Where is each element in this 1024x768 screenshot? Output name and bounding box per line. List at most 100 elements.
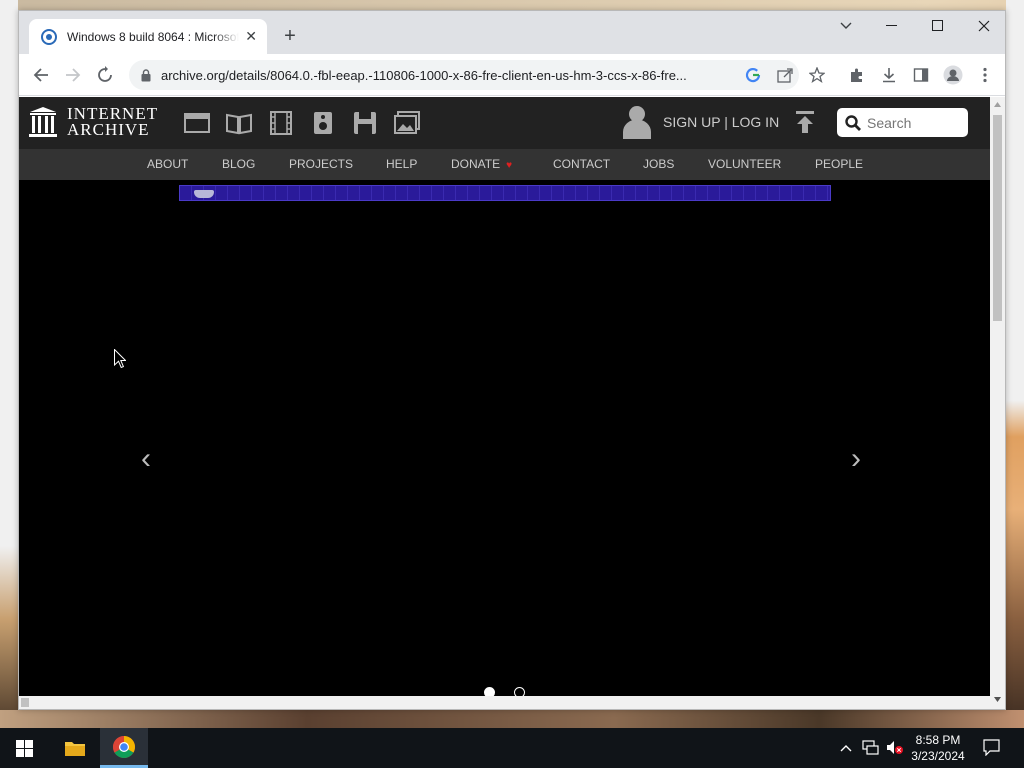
bookmark-button[interactable] — [805, 63, 829, 87]
clock-time: 8:58 PM — [915, 733, 961, 747]
vertical-scroll-thumb[interactable] — [993, 115, 1002, 321]
nav-contact[interactable]: CONTACT — [553, 157, 610, 171]
archive-building-icon — [29, 107, 57, 137]
signup-login-link[interactable]: SIGN UP | LOG IN — [663, 114, 779, 130]
ia-search-box — [837, 108, 968, 137]
tab-search-button[interactable] — [823, 11, 869, 41]
scroll-down-icon — [994, 697, 1001, 702]
download-icon — [883, 68, 895, 83]
page-viewport: INTERNET ARCHIVE SIGN UP | LOG IN Search… — [19, 97, 990, 696]
browser-titlebar: Windows 8 build 8064 : Microsoft ✕ + — [19, 11, 1005, 54]
ia-search-input[interactable] — [867, 114, 962, 131]
nav-donate-label: DONATE — [451, 157, 501, 171]
horizontal-scrollbar[interactable] — [19, 696, 990, 709]
profile-button[interactable] — [941, 63, 965, 87]
notifications-icon[interactable] — [983, 739, 1000, 759]
search-icon — [845, 114, 861, 131]
stop-loading-button[interactable] — [93, 63, 117, 87]
volume-muted-icon[interactable] — [886, 740, 904, 758]
extensions-button[interactable] — [845, 63, 869, 87]
browser-window: Windows 8 build 8064 : Microsoft ✕ + arc — [18, 10, 1006, 710]
file-explorer-button[interactable] — [51, 728, 99, 768]
desktop-wallpaper-bottom — [0, 710, 1024, 728]
nav-blog[interactable]: BLOG — [222, 157, 255, 171]
new-tab-button[interactable]: + — [277, 23, 303, 49]
texts-icon[interactable] — [226, 111, 252, 135]
desktop-wallpaper-right — [1006, 0, 1024, 728]
carousel-dot-1[interactable] — [484, 687, 495, 696]
audio-icon[interactable] — [310, 111, 336, 135]
more-vertical-icon — [983, 67, 987, 83]
windows-taskbar: 8:58 PM 3/23/2024 — [0, 728, 1024, 768]
emulator-screen-icon — [194, 190, 214, 198]
heart-icon: ♥ — [506, 160, 513, 171]
arrow-left-icon — [33, 68, 48, 82]
close-icon — [978, 20, 990, 32]
tab-close-icon[interactable]: ✕ — [245, 28, 257, 45]
side-panel-button[interactable] — [909, 63, 933, 87]
ia-top-nav: ABOUT BLOG PROJECTS HELP DONATE ♥ CONTACT… — [19, 149, 990, 180]
menu-button[interactable] — [973, 63, 997, 87]
network-icon[interactable] — [862, 740, 880, 758]
upload-icon[interactable] — [795, 111, 815, 133]
start-button[interactable] — [0, 728, 48, 768]
horizontal-scroll-thumb[interactable] — [21, 698, 29, 707]
video-icon[interactable] — [268, 111, 294, 135]
browser-toolbar: archive.org/details/8064.0.-fbl-eeap.-11… — [19, 54, 1005, 96]
nav-help[interactable]: HELP — [386, 157, 417, 171]
ia-header: INTERNET ARCHIVE SIGN UP | LOG IN Search — [19, 97, 990, 149]
images-icon[interactable] — [394, 111, 420, 135]
emulator-screen-strip — [179, 185, 831, 201]
desktop-wallpaper-left — [0, 0, 18, 728]
carousel-prev-button[interactable]: ‹ — [141, 444, 151, 474]
maximize-button[interactable] — [915, 11, 961, 41]
downloads-button[interactable] — [877, 63, 901, 87]
taskbar-clock[interactable]: 8:58 PM 3/23/2024 — [906, 732, 970, 764]
maximize-icon — [932, 20, 943, 31]
ia-logo[interactable]: INTERNET ARCHIVE — [29, 105, 158, 138]
share-icon — [777, 68, 793, 83]
avatar-icon — [943, 65, 963, 85]
vertical-scrollbar[interactable] — [990, 97, 1005, 709]
star-icon — [809, 67, 825, 83]
chevron-down-icon — [840, 22, 852, 29]
folder-icon — [65, 742, 85, 756]
minimize-button[interactable] — [869, 11, 915, 41]
chrome-taskbar-button[interactable] — [100, 728, 148, 768]
back-button[interactable] — [29, 63, 53, 87]
google-icon — [745, 68, 761, 83]
mouse-cursor-icon — [114, 349, 126, 369]
show-hidden-icons-chevron-icon[interactable] — [840, 740, 852, 755]
loading-spinner-icon — [98, 66, 112, 82]
side-panel-icon — [913, 68, 929, 82]
nav-projects[interactable]: PROJECTS — [289, 157, 353, 171]
lock-icon — [141, 68, 151, 81]
web-icon[interactable] — [184, 111, 210, 135]
url-text: archive.org/details/8064.0.-fbl-eeap.-11… — [161, 67, 687, 83]
chrome-icon — [113, 735, 135, 758]
minimize-icon — [886, 25, 897, 26]
nav-about[interactable]: ABOUT — [147, 157, 188, 171]
nav-jobs[interactable]: JOBS — [643, 157, 674, 171]
ia-logo-text: INTERNET ARCHIVE — [67, 105, 158, 138]
windows-logo-icon — [15, 739, 33, 757]
clock-date: 3/23/2024 — [911, 749, 965, 763]
tab-title: Windows 8 build 8064 : Microsoft — [67, 29, 240, 44]
nav-donate[interactable]: DONATE ♥ — [451, 157, 512, 171]
user-icon[interactable] — [623, 105, 651, 139]
google-translate-button[interactable] — [741, 63, 765, 87]
puzzle-icon — [851, 68, 862, 82]
nav-volunteer[interactable]: VOLUNTEER — [708, 157, 781, 171]
software-icon[interactable] — [352, 111, 378, 135]
close-window-button[interactable] — [961, 11, 1007, 41]
share-button[interactable] — [773, 63, 797, 87]
arrow-right-icon — [66, 68, 81, 82]
carousel-next-button[interactable]: › — [851, 444, 861, 474]
internet-archive-favicon-icon — [41, 28, 57, 45]
nav-people[interactable]: PEOPLE — [815, 157, 863, 171]
address-bar[interactable]: archive.org/details/8064.0.-fbl-eeap.-11… — [129, 60, 799, 90]
carousel-dot-2[interactable] — [514, 687, 525, 696]
ia-account: SIGN UP | LOG IN — [623, 105, 779, 139]
browser-tab[interactable]: Windows 8 build 8064 : Microsoft ✕ — [29, 19, 267, 54]
forward-button[interactable] — [61, 63, 85, 87]
